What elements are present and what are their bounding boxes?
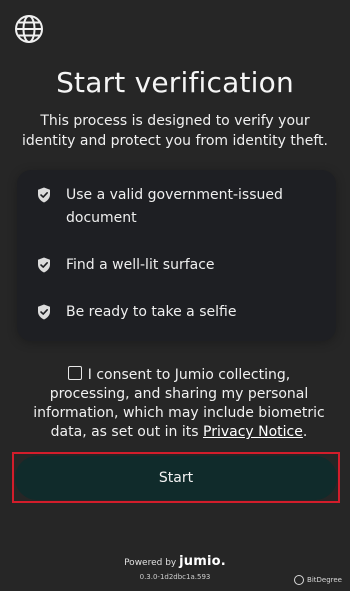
powered-by-label: Powered by (124, 558, 177, 568)
requirement-item-lighting: Find a well-lit surface (37, 254, 327, 277)
page-title: Start verification (56, 66, 294, 99)
consent-block: I consent to Jumio collecting, processin… (26, 366, 332, 442)
consent-checkbox[interactable] (67, 366, 82, 380)
powered-by: Powered by jumio. (0, 554, 350, 569)
globe-icon[interactable] (13, 13, 45, 45)
shield-check-icon (38, 257, 50, 273)
consent-suffix: . (302, 424, 308, 440)
watermark-text: BitDegree (307, 576, 342, 584)
requirement-item-document: Use a valid government-issued document (37, 184, 327, 230)
bitdegree-icon (294, 575, 305, 585)
requirement-label: Use a valid government-issued document (66, 187, 283, 226)
shield-check-icon (38, 304, 50, 320)
requirements-card: Use a valid government-issued document F… (17, 170, 336, 341)
requirement-label: Find a well-lit surface (66, 257, 215, 273)
jumio-logo: jumio. (179, 554, 226, 569)
privacy-notice-link[interactable]: Privacy Notice (203, 424, 303, 440)
requirement-item-selfie: Be ready to take a selfie (37, 301, 327, 324)
page-subtitle: This process is designed to verify your … (22, 113, 328, 149)
requirement-label: Be ready to take a selfie (66, 304, 237, 320)
start-button[interactable]: Start (15, 456, 337, 500)
shield-check-icon (38, 187, 50, 203)
bitdegree-watermark: BitDegree (294, 575, 342, 585)
